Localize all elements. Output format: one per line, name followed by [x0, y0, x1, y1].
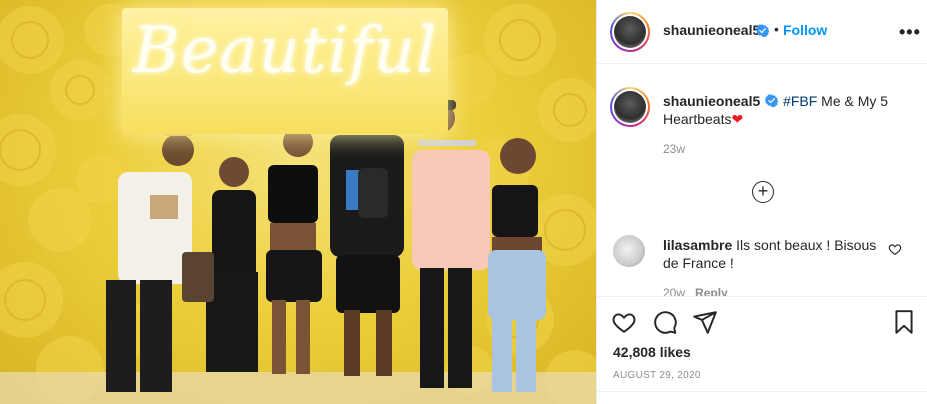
more-options-icon[interactable]: ••• — [899, 22, 921, 43]
heart-emoji: ❤ — [731, 111, 744, 127]
person-2 — [182, 157, 258, 372]
reply-button[interactable]: Reply — [695, 286, 728, 296]
like-heart-icon[interactable] — [611, 309, 637, 335]
author-avatar[interactable] — [610, 12, 650, 52]
comment-meta: 20w Reply — [663, 286, 728, 296]
comments-area[interactable]: shaunieoneal5 #FBF Me & My 5 Heartbeats❤… — [597, 64, 927, 296]
comment-time[interactable]: 20w — [663, 286, 685, 296]
caption-username[interactable]: shaunieoneal5 — [663, 93, 760, 109]
follow-button[interactable]: Follow — [783, 22, 827, 38]
save-bookmark-icon[interactable] — [891, 309, 917, 335]
header-separator: • — [774, 21, 779, 37]
comment: lilasambre Ils sont beaux ! Bisous de Fr… — [663, 236, 881, 272]
comment-username[interactable]: lilasambre — [663, 237, 732, 253]
divider — [597, 391, 927, 392]
caption: shaunieoneal5 #FBF Me & My 5 Heartbeats❤ — [663, 92, 903, 128]
post-photo[interactable]: Beautiful — [0, 0, 596, 404]
author-avatar-image — [614, 16, 646, 48]
comment-bubble-icon[interactable] — [652, 309, 678, 335]
share-send-icon[interactable] — [692, 309, 718, 335]
neon-sign-text: Beautiful — [132, 14, 438, 88]
post-header: shaunieoneal5 • Follow ••• — [597, 0, 927, 64]
caption-hashtag[interactable]: #FBF — [783, 93, 817, 109]
verified-badge-icon — [765, 94, 779, 107]
action-bar: 42,808 likes AUGUST 29, 2020 — [597, 296, 927, 404]
comment-avatar[interactable] — [613, 235, 645, 267]
header-username[interactable]: shaunieoneal5 — [663, 22, 760, 38]
person-5 — [412, 100, 490, 388]
likes-count[interactable]: 42,808 likes — [613, 344, 691, 360]
verified-badge-icon — [756, 24, 769, 37]
caption-avatar-image — [614, 91, 646, 123]
person-3 — [266, 127, 322, 374]
post-side-panel: shaunieoneal5 • Follow ••• shaunieoneal5… — [596, 0, 927, 404]
person-4 — [330, 92, 404, 376]
post-date[interactable]: AUGUST 29, 2020 — [613, 370, 701, 381]
comment-like-icon[interactable] — [888, 242, 902, 256]
load-more-comments-button[interactable]: + — [752, 181, 774, 203]
caption-avatar[interactable] — [610, 87, 650, 127]
caption-time[interactable]: 23w — [663, 142, 685, 156]
